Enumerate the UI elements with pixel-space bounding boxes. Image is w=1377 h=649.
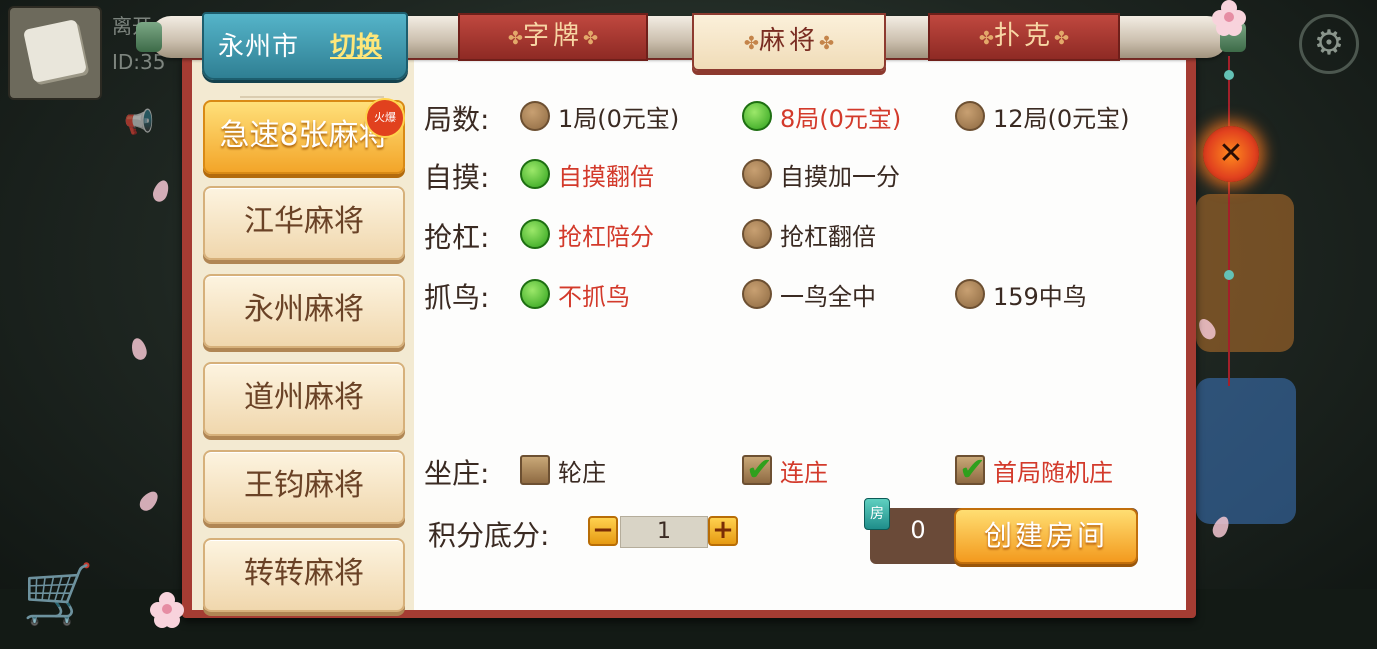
option-text: 轮庄 (558, 458, 606, 487)
option-text: 自摸加一分 (780, 162, 900, 191)
option-text: 自摸翻倍 (558, 162, 654, 191)
ornament-icon: ✤ (819, 33, 835, 54)
bird-option-one-all[interactable]: 一鸟全中 (742, 276, 876, 312)
ornament-icon: ✤ (1054, 28, 1070, 49)
option-text: 首局随机庄 (993, 458, 1113, 487)
self-draw-option-plus-one[interactable]: 自摸加一分 (742, 156, 900, 192)
game-button-label: 永州麻将 (244, 292, 364, 327)
ornament-icon: ✤ (978, 28, 994, 49)
option-text: 抢杠翻倍 (780, 222, 876, 251)
radio-on (520, 219, 550, 249)
dealer-label: 坐庄: (424, 457, 490, 490)
hot-badge: 火爆 (365, 98, 405, 138)
bird-option-none[interactable]: 不抓鸟 (520, 276, 630, 312)
city-name: 永州市 (218, 32, 300, 62)
flower-decoration (150, 592, 184, 628)
checkbox-checked: ✔ (955, 450, 986, 488)
game-button-daozhou[interactable]: 道州麻将 (203, 362, 405, 436)
city-switch-link[interactable]: 切换 (330, 26, 382, 63)
ornament-icon: ✤ (743, 33, 759, 54)
checkbox-checked: ✔ (742, 450, 773, 488)
tab-label: 字牌 (522, 21, 583, 51)
radio-on (520, 279, 550, 309)
score-minus-button[interactable]: − (588, 516, 618, 546)
mahjong-tile-icon (22, 18, 88, 84)
game-button-label: 江华麻将 (244, 204, 364, 239)
tab-poker[interactable]: ✤扑克✤ (928, 13, 1120, 61)
radio-off (742, 219, 772, 249)
radio-off (520, 101, 550, 131)
radio-on (742, 101, 772, 131)
game-button-label: 道州麻将 (244, 380, 364, 415)
tab-label: 麻将 (758, 26, 819, 56)
option-text: 8局(0元宝) (780, 104, 902, 133)
bird-option-159[interactable]: 159中鸟 (955, 276, 1087, 312)
game-button-wangjun[interactable]: 王钧麻将 (203, 450, 405, 524)
city-tab: 永州市 切换 (202, 12, 408, 80)
radio-on (520, 159, 550, 189)
announcement-icon: 📢 (124, 108, 154, 136)
game-button-label: 转转麻将 (244, 556, 364, 591)
flower-decoration (1212, 0, 1246, 36)
ornament-icon: ✤ (507, 28, 523, 49)
background-tile-blue (1196, 378, 1296, 524)
checkbox-unchecked (520, 455, 550, 485)
player-avatar[interactable] (8, 6, 102, 100)
create-room-button[interactable]: 创建房间 (954, 508, 1138, 564)
kong-option-pay[interactable]: 抢杠陪分 (520, 216, 654, 252)
hanging-string (1228, 56, 1230, 386)
option-text: 连庄 (780, 458, 828, 487)
divider-ornament (240, 80, 384, 98)
self-draw-label: 自摸: (424, 161, 490, 194)
game-button-label: 王钧麻将 (244, 468, 364, 503)
rounds-option-1[interactable]: 1局(0元宝) (520, 98, 679, 134)
room-cost-value: 0 (910, 516, 926, 544)
bird-label: 抓鸟: (424, 281, 490, 314)
ornament-icon: ✤ (583, 28, 599, 49)
shop-cart-icon[interactable]: 🛒 (22, 560, 94, 629)
kong-option-double[interactable]: 抢杠翻倍 (742, 216, 876, 252)
tab-label: 扑克 (993, 21, 1054, 51)
option-text: 抢杠陪分 (558, 222, 654, 251)
rounds-option-8[interactable]: 8局(0元宝) (742, 98, 901, 134)
dealer-option-rotate[interactable]: 轮庄 (520, 452, 606, 488)
petal-decoration (136, 488, 162, 514)
scroll-knob-left (136, 22, 162, 52)
check-icon: ✔ (746, 450, 773, 488)
close-icon[interactable]: ✕ (1203, 126, 1259, 182)
dealer-option-random-first[interactable]: ✔ 首局随机庄 (955, 450, 1113, 488)
self-draw-option-double[interactable]: 自摸翻倍 (520, 156, 654, 192)
radio-off (955, 279, 985, 309)
dealer-option-continuous[interactable]: ✔ 连庄 (742, 450, 828, 488)
radio-off (955, 101, 985, 131)
option-text: 不抓鸟 (558, 282, 630, 311)
option-text: 159中鸟 (993, 282, 1087, 311)
bead-decoration (1224, 270, 1234, 280)
game-button-zhuanzhuan[interactable]: 转转麻将 (203, 538, 405, 612)
option-text: 1局(0元宝) (558, 104, 680, 133)
game-button-jisu8[interactable]: 急速8张麻将 火爆 (203, 98, 405, 174)
petal-decoration (129, 336, 149, 362)
score-value: 1 (620, 516, 708, 548)
kong-label: 抢杠: (424, 221, 490, 254)
score-plus-button[interactable]: + (708, 516, 738, 546)
option-text: 12局(0元宝) (993, 104, 1130, 133)
gear-icon[interactable]: ⚙ (1299, 14, 1359, 74)
game-button-jianghua[interactable]: 江华麻将 (203, 186, 405, 260)
rounds-option-12[interactable]: 12局(0元宝) (955, 98, 1130, 134)
bead-decoration (1224, 70, 1234, 80)
tab-mahjong[interactable]: ✤麻将✤ (692, 13, 886, 71)
petal-decoration (150, 178, 172, 204)
radio-off (742, 159, 772, 189)
base-score-label: 积分底分: (428, 519, 550, 552)
check-icon: ✔ (959, 450, 986, 488)
game-button-label: 急速8张麻将 (219, 118, 389, 153)
tab-zipai[interactable]: ✤字牌✤ (458, 13, 648, 61)
option-text: 一鸟全中 (780, 282, 876, 311)
game-button-yongzhou[interactable]: 永州麻将 (203, 274, 405, 348)
radio-off (742, 279, 772, 309)
rounds-label: 局数: (424, 103, 490, 136)
room-card-icon: 房 (864, 498, 890, 530)
